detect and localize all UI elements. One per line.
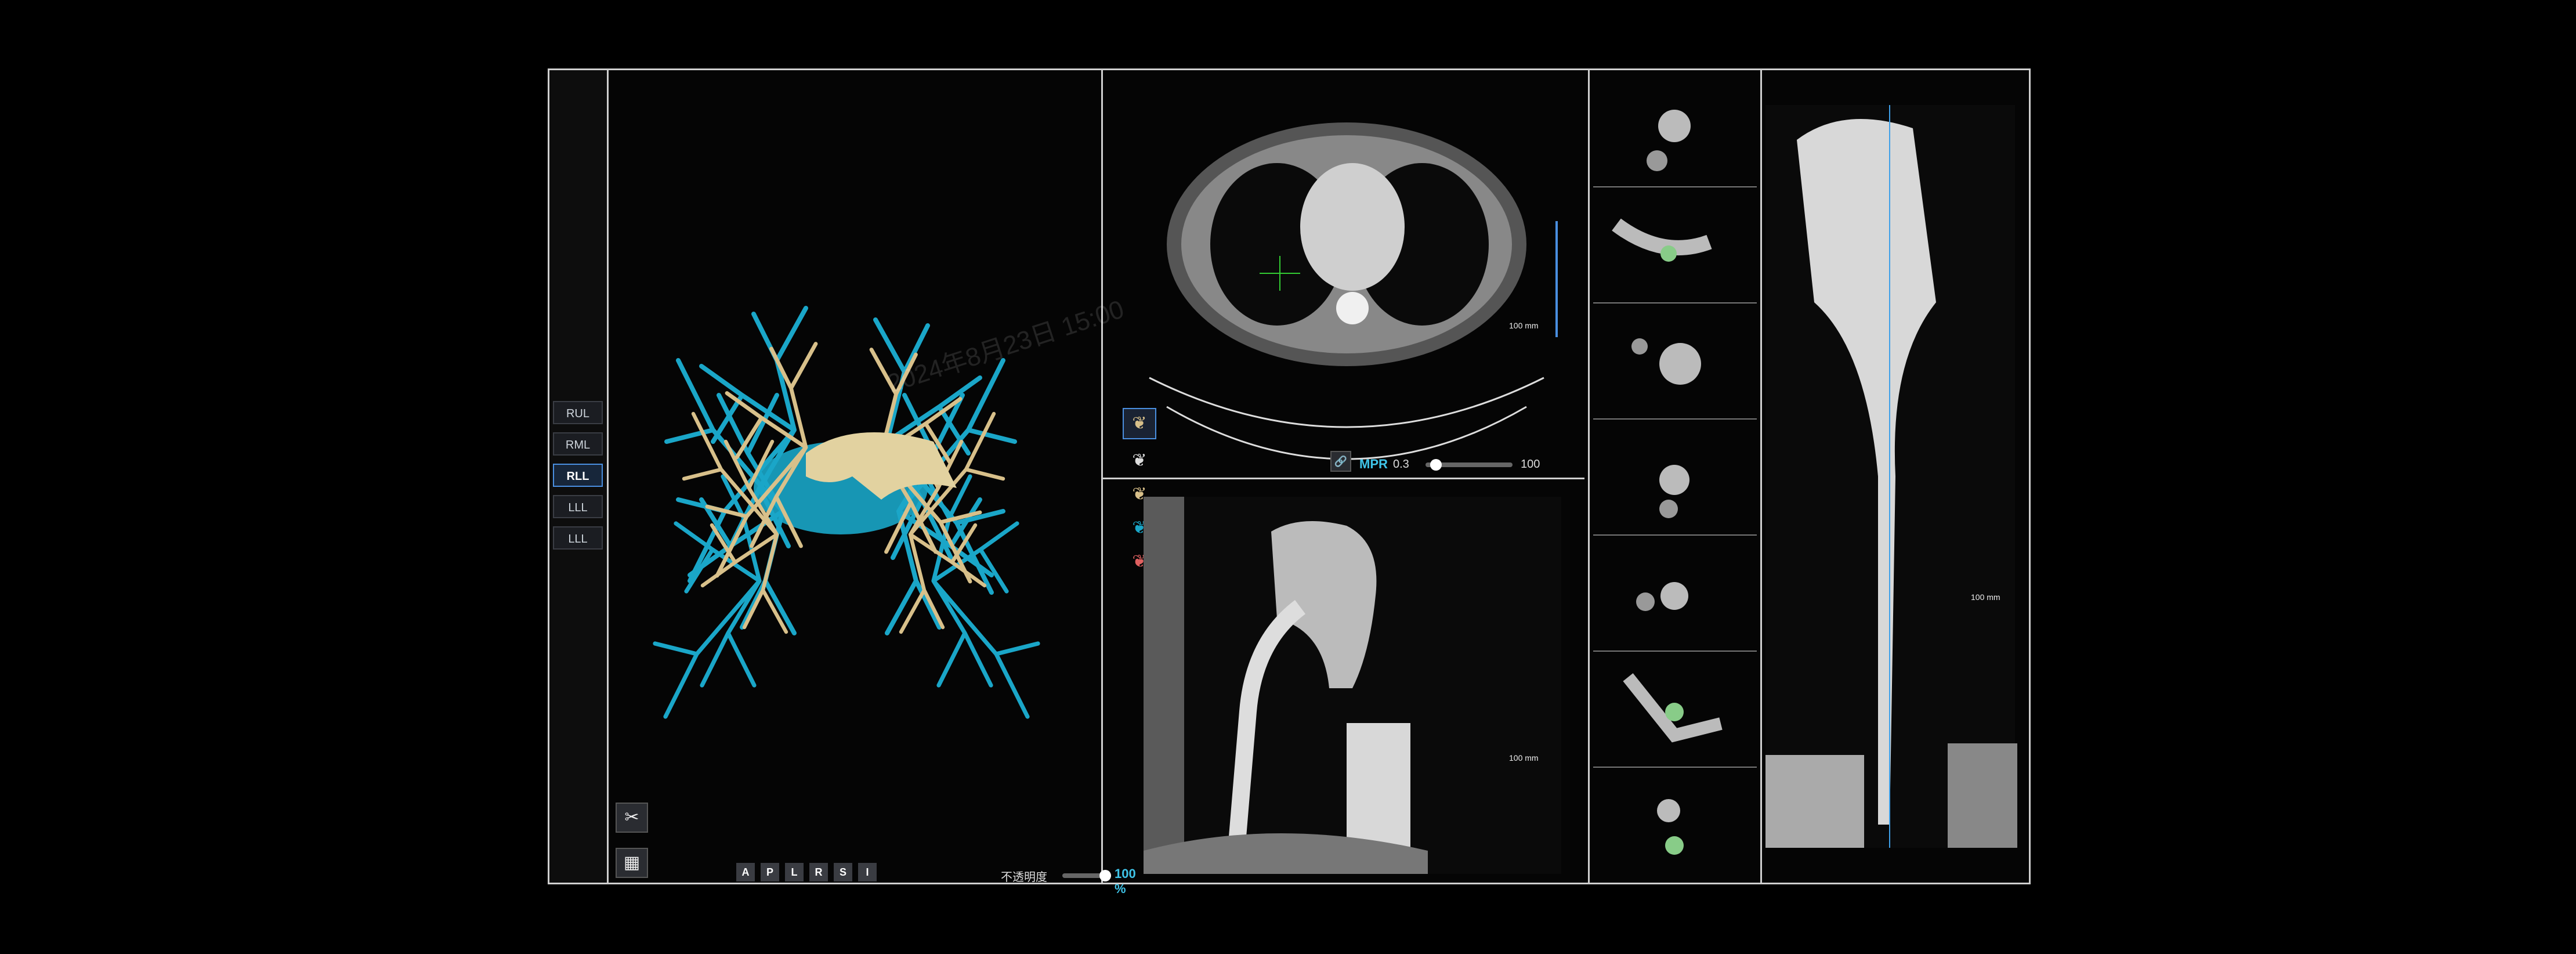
- cross-section-thumb-2[interactable]: [1593, 190, 1757, 303]
- coronal-scale-label: 100 mm: [1509, 753, 1539, 763]
- layout-icon[interactable]: ▦: [616, 848, 648, 878]
- lung-3d-render: [609, 70, 1103, 883]
- ct-viewer-app: RUL RML RLL LLL LLL ❦ ❦ ❦ ❦ ❦ ✂ ▦ A P L …: [548, 68, 2031, 896]
- lobe-button-rml[interactable]: RML: [553, 432, 603, 456]
- orient-button-a[interactable]: A: [736, 863, 755, 881]
- axial-scale-label: 100 mm: [1509, 321, 1539, 330]
- orient-button-i[interactable]: I: [858, 863, 877, 881]
- coronal-ct-image: [1144, 497, 1561, 874]
- mpr-slider-knob[interactable]: [1430, 459, 1442, 471]
- lobe-button-lll[interactable]: LLL: [553, 495, 603, 518]
- cpr-ct-image: [1765, 105, 2017, 848]
- lobe-button-rul[interactable]: RUL: [553, 401, 603, 424]
- cross-section-thumb-6[interactable]: [1593, 654, 1757, 768]
- cross-section-thumb-4[interactable]: [1593, 422, 1757, 536]
- cross-section-thumb-7[interactable]: [1593, 770, 1757, 884]
- cpr-scale-label: 100 mm: [1971, 592, 2000, 602]
- lobe-button-rll[interactable]: RLL: [553, 464, 603, 487]
- volume-render-panel[interactable]: ❦ ❦ ❦ ❦ ❦ ✂ ▦ A P L R S I 不透明度 100 % 202…: [609, 70, 1156, 896]
- coronal-view-panel[interactable]: 100 mm: [1103, 479, 1567, 886]
- lobe-sidebar: RUL RML RLL LLL LLL: [549, 70, 609, 883]
- orient-button-r[interactable]: R: [809, 863, 828, 881]
- lobe-button-lll-2[interactable]: LLL: [553, 526, 603, 550]
- axial-ct-image: [1149, 122, 1544, 460]
- mpr-value: 100: [1521, 458, 1540, 471]
- cross-section-strip: [1588, 70, 1762, 883]
- mpr-thickness: 0.3: [1393, 458, 1409, 471]
- cross-section-thumb-5[interactable]: [1593, 538, 1757, 652]
- axial-view-panel[interactable]: 100 mm 🔗 MPR 0.3 100: [1103, 70, 1584, 479]
- mpr-label: MPR: [1359, 457, 1388, 471]
- cpr-view-panel[interactable]: 100 mm: [1762, 70, 2029, 883]
- cross-section-thumb-3[interactable]: [1593, 306, 1757, 420]
- opacity-label: 不透明度: [1001, 871, 1047, 884]
- orient-button-s[interactable]: S: [834, 863, 852, 881]
- orient-button-p[interactable]: P: [761, 863, 779, 881]
- cross-section-thumb-1[interactable]: [1593, 74, 1757, 187]
- link-icon[interactable]: 🔗: [1330, 451, 1351, 472]
- axial-slice-scroll[interactable]: [1555, 221, 1558, 337]
- orient-button-l[interactable]: L: [785, 863, 804, 881]
- scissors-icon[interactable]: ✂: [616, 803, 648, 833]
